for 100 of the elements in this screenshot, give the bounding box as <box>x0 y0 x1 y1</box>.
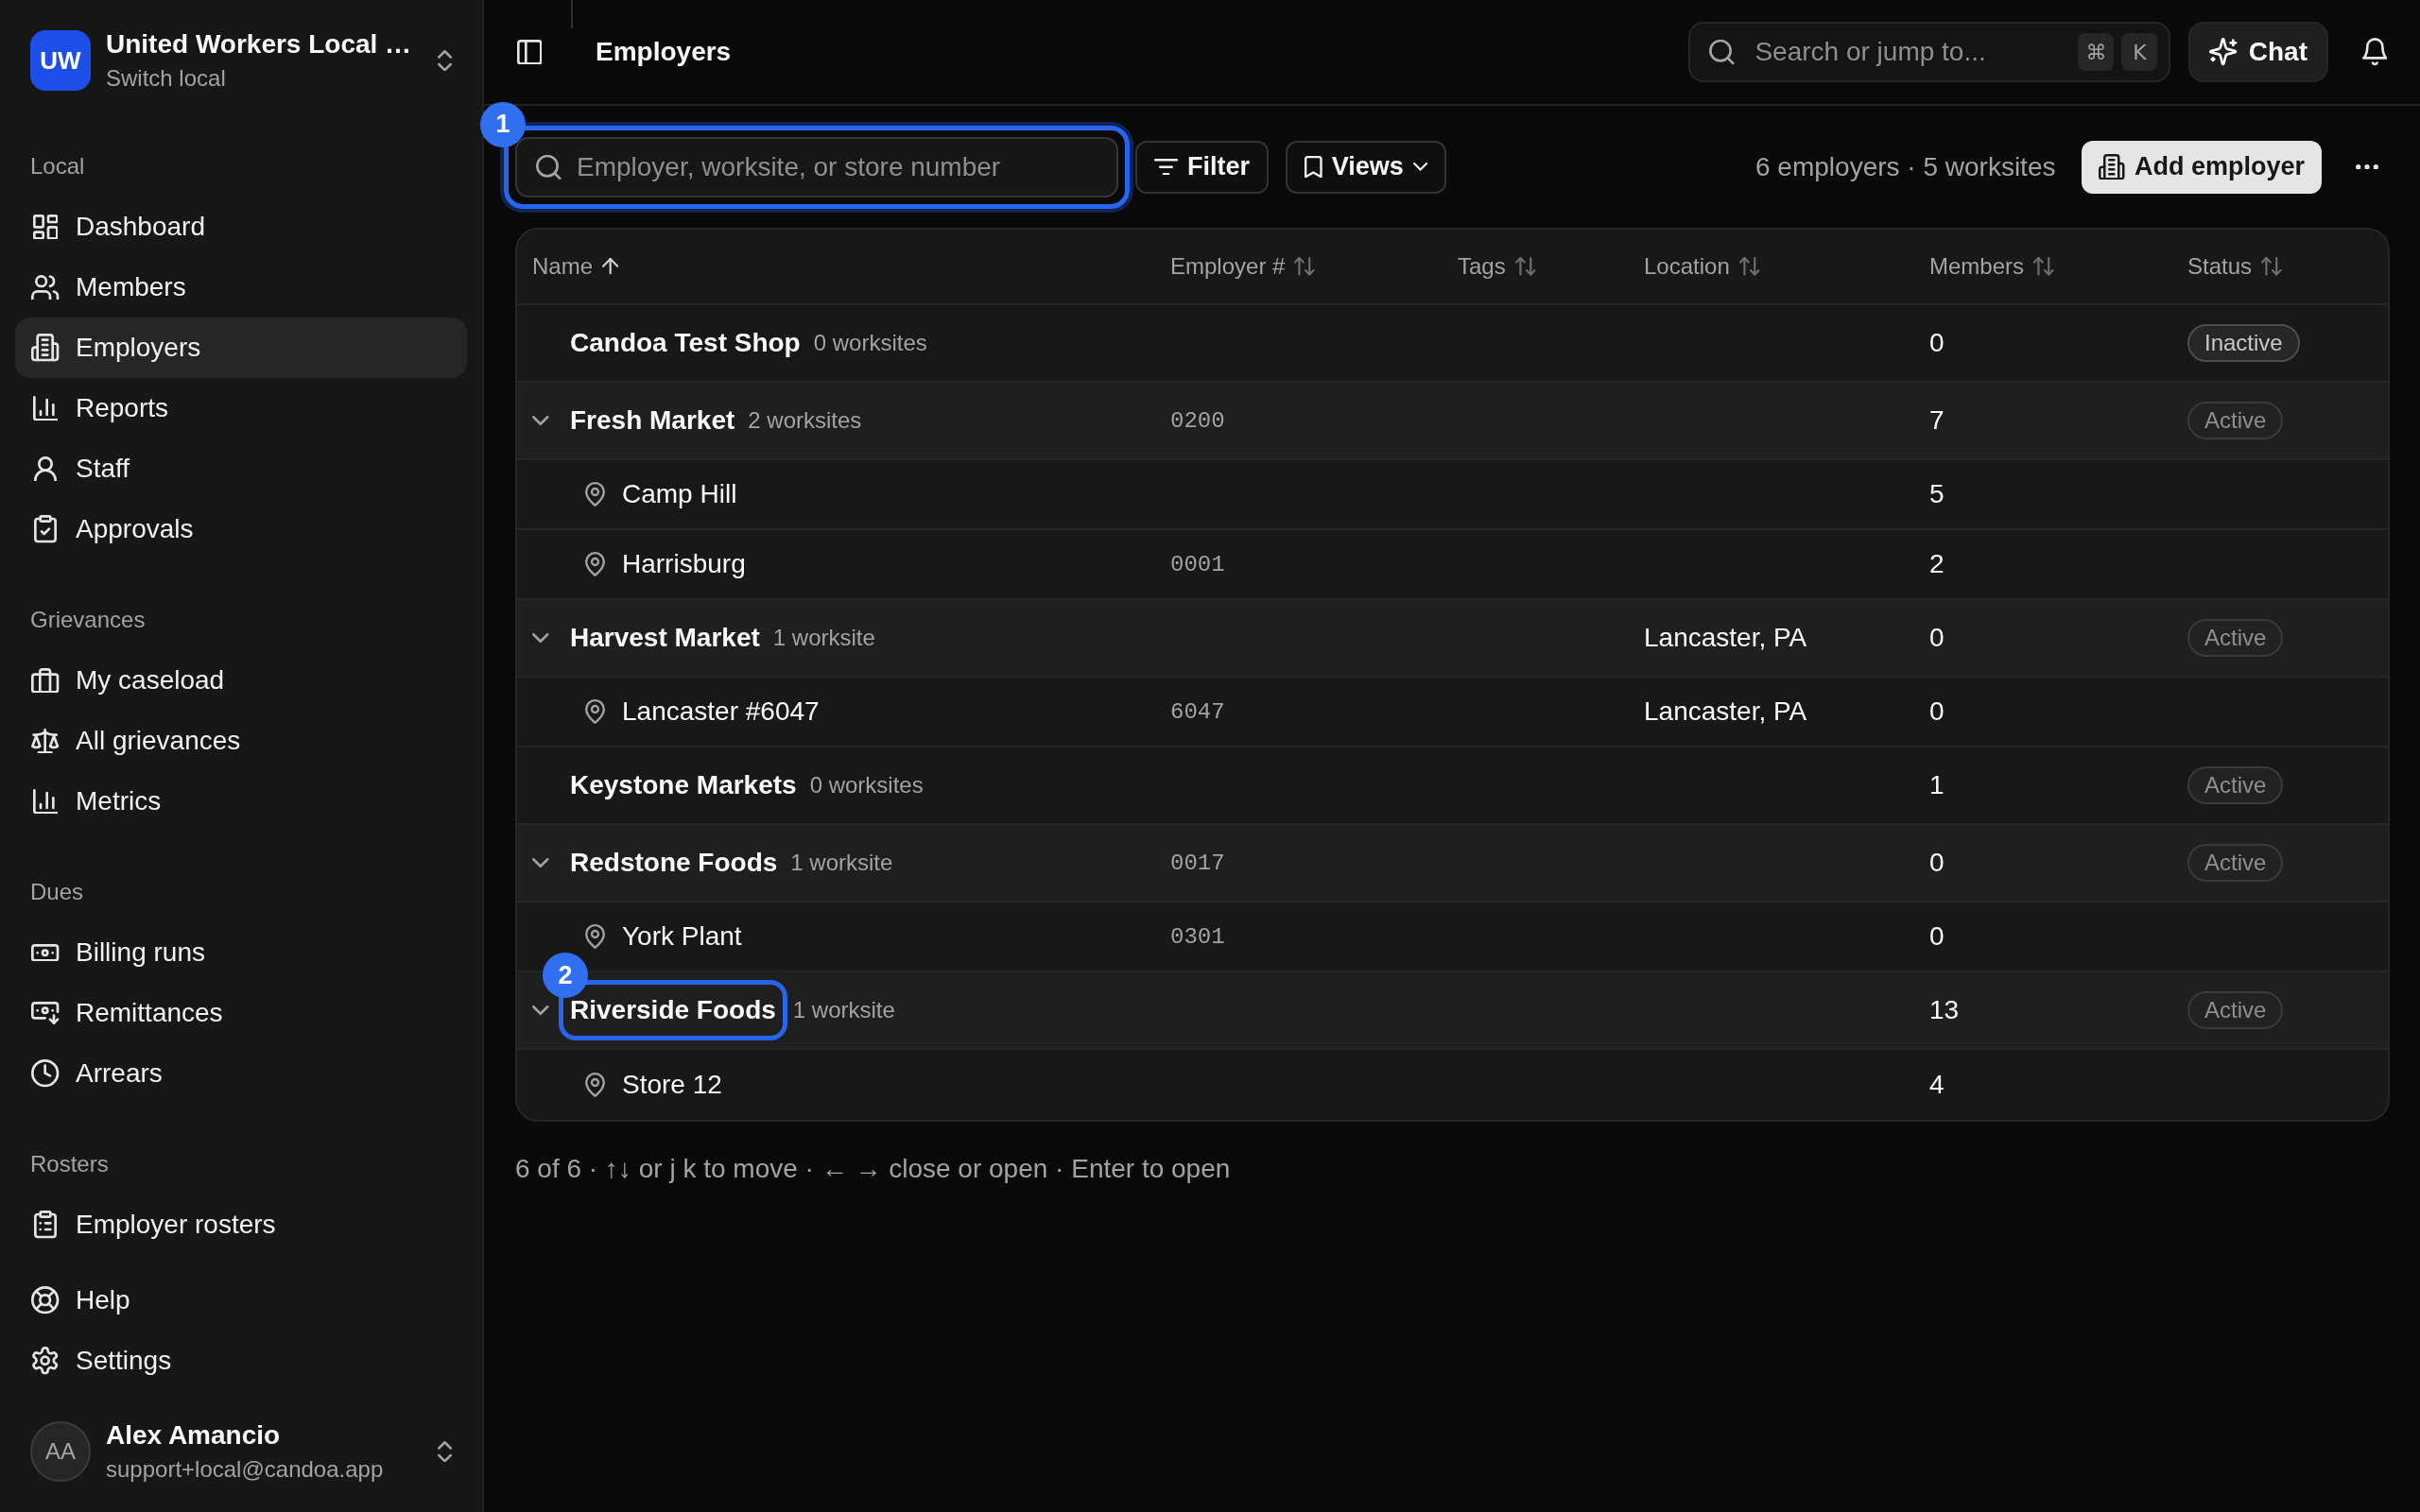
employer-number: 0301 <box>1170 923 1225 950</box>
shortcut-key: K <box>2121 33 2158 71</box>
column-header[interactable]: Location <box>1644 253 1760 280</box>
worksite-count: 1 worksite <box>772 625 875 651</box>
column-header[interactable]: Members <box>1929 253 2054 280</box>
nav-item[interactable]: Billing runs <box>15 922 467 983</box>
chevrons-up-down-icon[interactable] <box>438 1440 452 1463</box>
nav-item[interactable]: Members <box>15 257 467 318</box>
nav-item[interactable]: Help <box>15 1270 467 1331</box>
member-count: 0 <box>1929 328 1945 358</box>
worksite-row[interactable]: Lancaster #6047 6047 Lancaster, PA 0 <box>517 678 2388 747</box>
shortcut-key: ⌘ <box>2078 33 2115 71</box>
employer-row[interactable]: Fresh Market 2 worksites 0200 7 Active <box>517 383 2388 460</box>
member-count: 13 <box>1929 995 1960 1025</box>
nav-item[interactable]: Employers <box>15 318 467 378</box>
search-icon <box>1709 39 1736 65</box>
worksite-row[interactable]: Store 12 4 <box>517 1050 2388 1120</box>
nav-item[interactable]: Reports <box>15 378 467 438</box>
bar-chart-icon <box>32 788 59 815</box>
worksite-count: 1 worksite <box>790 850 893 876</box>
chevrons-up-down-icon[interactable] <box>438 49 452 72</box>
section-label: Grievances <box>29 606 147 634</box>
search-icon <box>536 154 562 180</box>
clipboard-list-icon <box>34 1211 57 1239</box>
status-badge: Active <box>2187 991 2284 1029</box>
column-header[interactable]: Employer # <box>1170 253 1316 280</box>
chevron-down-icon[interactable] <box>532 416 549 425</box>
chevron-down-icon[interactable] <box>532 858 549 868</box>
column-header[interactable]: Name <box>532 253 619 280</box>
employer-number: 0200 <box>1170 407 1225 434</box>
employer-name: Fresh Market <box>570 404 735 437</box>
sort-arrows-icon[interactable] <box>2261 257 2282 276</box>
add-employer-button[interactable]: Add employer <box>2082 140 2322 194</box>
briefcase-icon <box>31 667 60 694</box>
employer-row[interactable]: Redstone Foods 1 worksite 0017 0 Active <box>517 825 2388 902</box>
worksite-count: 1 worksite <box>792 997 895 1023</box>
employer-name: Candoa Test Shop <box>570 327 801 359</box>
scales-icon <box>31 728 60 754</box>
filter-lines-icon <box>1154 158 1178 176</box>
nav-item[interactable]: Staff <box>15 438 467 499</box>
sort-arrows-icon[interactable] <box>2033 257 2054 276</box>
map-pin-icon <box>585 1073 605 1097</box>
org-subtitle: Switch local <box>106 64 227 93</box>
result-summary: 6 employers · 5 worksites <box>1755 151 2056 182</box>
grid-icon <box>32 214 59 240</box>
employer-name: Redstone Foods <box>570 847 778 879</box>
panel-left-icon <box>516 39 543 65</box>
sparkles-icon <box>2209 38 2238 66</box>
clipboard-check-icon <box>34 515 57 543</box>
nav-item[interactable]: Remittances <box>15 983 467 1043</box>
user-icon <box>34 455 57 482</box>
employer-row[interactable]: Harvest Market 1 worksite Lancaster, PA 0 Active <box>517 600 2388 678</box>
keyboard-hint: 6 of 6 · ↑↓ or j k to move · ← → close or open · Enter to open <box>515 1154 1231 1183</box>
worksite-name: Lancaster #6047 <box>622 696 820 728</box>
chevron-down-icon[interactable] <box>532 633 549 643</box>
worksite-name: Store 12 <box>622 1069 722 1101</box>
worksite-count: 0 worksites <box>813 330 927 356</box>
bell-icon <box>2361 38 2388 66</box>
section-label: Local <box>29 152 86 180</box>
sort-arrows-icon[interactable] <box>1294 257 1316 276</box>
location-text: Lancaster, PA <box>1644 623 1807 653</box>
chat-button[interactable]: Chat <box>2188 22 2328 82</box>
sort-arrows-icon[interactable] <box>1738 257 1760 276</box>
member-count: 2 <box>1929 549 1945 579</box>
member-count: 7 <box>1929 405 1945 436</box>
nav-item[interactable]: All grievances <box>15 711 467 771</box>
building-icon <box>31 334 60 362</box>
nav-item[interactable]: My caseload <box>15 650 467 711</box>
worksite-count: 0 worksites <box>809 772 924 799</box>
status-badge: Active <box>2187 844 2284 882</box>
worksite-row[interactable]: Camp Hill 5 <box>517 460 2388 530</box>
member-count: 5 <box>1929 479 1945 509</box>
nav-item[interactable]: Dashboard <box>15 197 467 257</box>
employer-number: 6047 <box>1170 698 1225 725</box>
section-label: Rosters <box>29 1150 110 1178</box>
status-badge: Active <box>2187 619 2284 657</box>
chevron-down-icon <box>1412 163 1427 171</box>
member-count: 0 <box>1929 848 1945 878</box>
nav-item[interactable]: Arrears <box>15 1043 467 1104</box>
page-title: Employers <box>596 37 732 67</box>
sort-arrows-icon[interactable] <box>1514 257 1536 276</box>
status-badge: Inactive <box>2187 324 2300 362</box>
nav-item[interactable]: Approvals <box>15 499 467 559</box>
bar-chart-icon <box>32 395 59 421</box>
nav-item[interactable]: Employer rosters <box>15 1194 467 1255</box>
nav-item[interactable]: Settings <box>15 1331 467 1391</box>
lifebuoy-icon <box>31 1286 60 1314</box>
column-header[interactable]: Status <box>2187 253 2282 280</box>
member-count: 0 <box>1929 921 1945 952</box>
banknote-arrow-icon <box>31 1002 60 1024</box>
filter-button[interactable]: Filter <box>1135 140 1269 194</box>
chevron-down-icon[interactable] <box>532 1005 549 1015</box>
column-header[interactable]: Tags <box>1458 253 1536 280</box>
map-pin-icon <box>585 482 605 507</box>
settings-icon <box>31 1347 60 1375</box>
map-pin-icon <box>585 552 605 576</box>
nav-item[interactable]: Metrics <box>15 771 467 832</box>
employer-number: 0017 <box>1170 850 1225 876</box>
views-button[interactable]: Views <box>1286 140 1446 194</box>
search-field[interactable]: Employer, worksite, or store number <box>515 136 1118 198</box>
